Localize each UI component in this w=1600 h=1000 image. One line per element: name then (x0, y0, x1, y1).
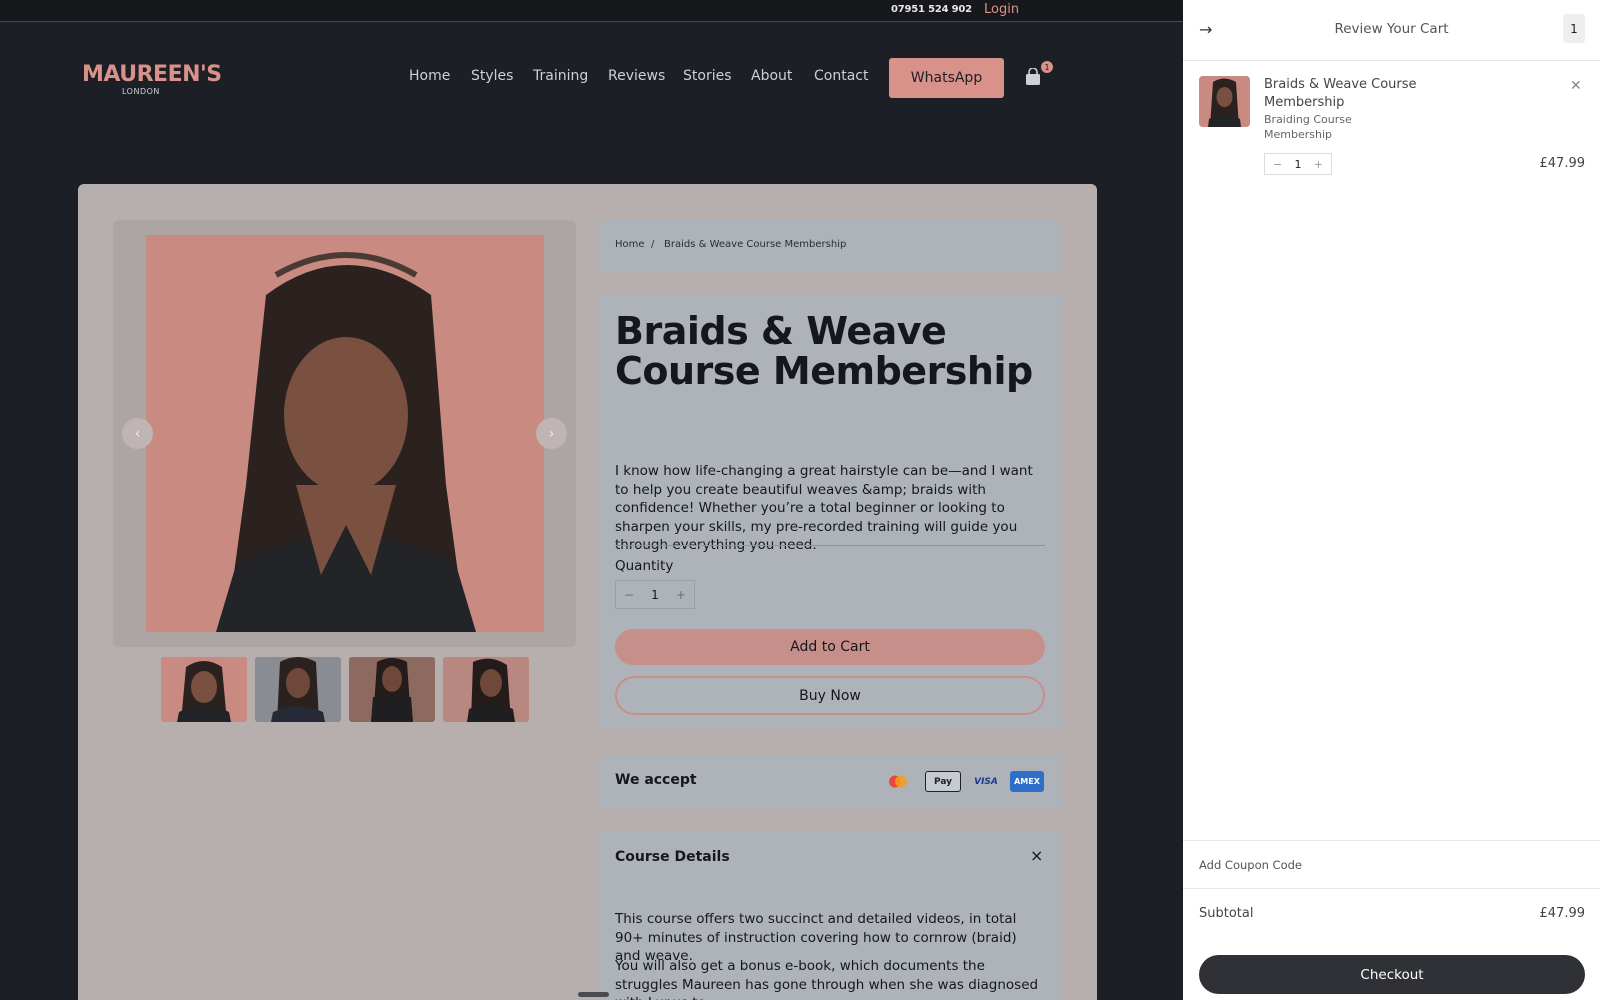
logo-subtitle: LONDON (122, 87, 160, 96)
quantity-value[interactable]: 1 (651, 588, 659, 602)
breadcrumb-home-link[interactable]: Home (615, 239, 645, 250)
course-details-panel: Course Details × This course offers two … (599, 832, 1061, 1000)
checkout-button[interactable]: Checkout (1199, 955, 1585, 994)
gallery-thumbnail[interactable] (443, 657, 529, 722)
quantity-stepper[interactable]: − 1 + (615, 580, 695, 609)
gallery-thumbnail[interactable] (255, 657, 341, 722)
coupon-section: Add Coupon Code (1183, 840, 1600, 889)
top-bar: 07951 524 902 Login (0, 0, 1183, 22)
cart-quantity-decrease-button[interactable]: − (1273, 158, 1282, 171)
mastercard-icon (889, 775, 907, 788)
nav-about[interactable]: About (751, 68, 792, 84)
cart-drawer: → Review Your Cart 1 Braids & Weave Cour… (1183, 0, 1600, 1000)
subtotal-label: Subtotal (1199, 906, 1254, 921)
shopping-bag-icon[interactable] (1025, 68, 1041, 86)
quantity-decrease-button[interactable]: − (624, 588, 634, 602)
nav-home[interactable]: Home (409, 68, 450, 84)
amex-icon: AMEX (1010, 771, 1044, 792)
nav-stories[interactable]: Stories (683, 68, 732, 84)
product-title: Braids & Weave Course Membership (615, 309, 1033, 393)
divider (615, 545, 1045, 546)
cart-item-price: £47.99 (1539, 156, 1586, 171)
remove-item-icon[interactable]: ✕ (1570, 78, 1582, 94)
cart-quantity-increase-button[interactable]: + (1314, 158, 1323, 171)
close-icon[interactable]: × (1030, 846, 1043, 865)
cart-item-quantity-stepper[interactable]: − 1 + (1264, 153, 1332, 175)
course-details-title: Course Details (615, 849, 730, 865)
add-to-cart-button[interactable]: Add to Cart (615, 629, 1045, 665)
breadcrumb-current: Braids & Weave Course Membership (664, 239, 847, 250)
product-info-panel: Braids & Weave Course Membership I know … (599, 295, 1061, 730)
product-main-image (146, 235, 544, 632)
gallery-thumbnail[interactable] (161, 657, 247, 722)
cart-quantity-value[interactable]: 1 (1295, 158, 1302, 171)
product-description: I know how life-changing a great hairsty… (615, 463, 1033, 553)
quantity-increase-button[interactable]: + (676, 588, 686, 602)
buy-now-button[interactable]: Buy Now (615, 676, 1045, 715)
cart-item-variant: Braiding Course Membership (1264, 113, 1352, 141)
login-link[interactable]: Login (984, 2, 1019, 17)
cart-count-badge: 1 (1040, 60, 1054, 74)
subtotal-value: £47.99 (1539, 906, 1586, 921)
scroll-handle[interactable] (578, 992, 609, 997)
nav-styles[interactable]: Styles (471, 68, 513, 84)
breadcrumb-separator: / (651, 239, 655, 250)
logo-wordmark: MAUREEN'S (82, 62, 222, 87)
nav-contact[interactable]: Contact (814, 68, 868, 84)
add-coupon-link[interactable]: Add Coupon Code (1199, 858, 1302, 872)
breadcrumb: Home / Braids & Weave Course Membership (599, 220, 1061, 271)
cart-header: → Review Your Cart 1 (1183, 0, 1600, 61)
nav-reviews[interactable]: Reviews (608, 68, 665, 84)
apple-pay-icon: Pay (925, 771, 961, 792)
nav-training[interactable]: Training (533, 68, 588, 84)
site-logo[interactable]: MAUREEN'S LONDON (82, 62, 222, 96)
visa-icon: VISA (974, 776, 998, 787)
whatsapp-button[interactable]: WhatsApp (889, 58, 1004, 98)
cart-item-image (1199, 76, 1250, 127)
gallery-next-button[interactable]: › (536, 418, 567, 449)
quantity-label: Quantity (615, 558, 674, 574)
cart-item-name: Braids & Weave Course Membership (1264, 77, 1417, 110)
cart-title: Review Your Cart (1334, 21, 1449, 37)
payment-methods: We accept Pay VISA AMEX (599, 755, 1061, 808)
we-accept-label: We accept (615, 772, 697, 788)
cart-item-count: 1 (1563, 14, 1585, 43)
gallery-prev-button[interactable]: ‹ (122, 418, 153, 449)
course-details-paragraph: You will also get a bonus e-book, which … (615, 958, 1039, 1000)
phone-number[interactable]: 07951 524 902 (891, 4, 972, 15)
gallery-thumbnail[interactable] (349, 657, 435, 722)
